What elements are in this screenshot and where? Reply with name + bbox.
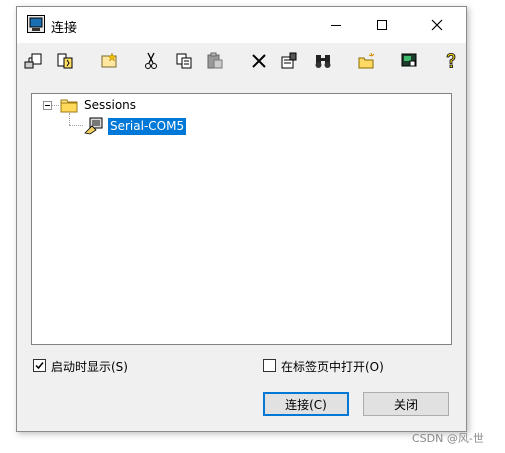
delete-tool-button[interactable] <box>249 51 269 71</box>
tree-node-serial-com5[interactable]: Serial-COM5 <box>108 118 187 135</box>
connect-tool-button[interactable] <box>23 51 43 71</box>
connect-icon <box>24 53 42 69</box>
open-in-tab-checkbox[interactable] <box>263 359 276 372</box>
copy-icon <box>176 53 192 69</box>
close-window-button[interactable] <box>414 7 460 43</box>
copy-tool-button[interactable] <box>174 51 194 71</box>
minimize-icon <box>331 25 341 26</box>
quick-connect-tool-button[interactable] <box>55 51 75 71</box>
tree-connector <box>69 125 83 126</box>
open-in-tab-label[interactable]: 在标签页中打开(O) <box>281 358 384 375</box>
new-session-tool-button[interactable] <box>99 51 119 71</box>
properties-icon <box>281 52 297 69</box>
minimize-button[interactable] <box>313 7 359 43</box>
tree-node-sessions[interactable]: Sessions <box>84 98 136 112</box>
app-icon <box>27 15 45 33</box>
delete-icon <box>252 54 266 68</box>
help-icon <box>446 53 456 68</box>
properties-tool-button[interactable] <box>279 51 299 71</box>
show-on-startup-label[interactable]: 启动时显示(S) <box>51 358 128 375</box>
find-tool-button[interactable] <box>313 51 333 71</box>
session-tree[interactable]: Sessions Serial-COM5 <box>31 93 452 345</box>
folder-icon <box>60 99 78 113</box>
desktop-shortcut-tool-button[interactable] <box>399 51 419 71</box>
quick-connect-icon <box>57 53 73 69</box>
paste-tool-button[interactable] <box>205 51 225 71</box>
tree-connector <box>69 113 70 125</box>
cut-tool-button[interactable] <box>141 51 161 71</box>
maximize-icon <box>377 20 387 30</box>
maximize-button[interactable] <box>359 7 405 43</box>
toolbar <box>17 43 466 79</box>
new-folder-tool-button[interactable] <box>357 51 377 71</box>
connect-button[interactable]: 连接(C) <box>263 392 349 416</box>
desktop-shortcut-icon <box>401 53 417 67</box>
tree-connector <box>52 105 59 106</box>
cut-icon <box>145 52 157 69</box>
help-tool-button[interactable] <box>441 51 461 71</box>
find-icon <box>315 55 331 68</box>
title-bar: 连接 <box>17 7 466 43</box>
close-icon <box>431 19 443 31</box>
new-session-icon <box>101 52 117 68</box>
paste-icon <box>207 52 223 69</box>
close-button[interactable]: 关闭 <box>363 392 449 416</box>
show-on-startup-checkbox[interactable] <box>33 359 46 372</box>
checkmark-icon <box>35 362 44 370</box>
serial-session-icon <box>84 117 103 135</box>
collapse-toggle[interactable] <box>43 101 52 110</box>
watermark: CSDN @风-世 <box>412 432 484 445</box>
window-title: 连接 <box>51 21 78 36</box>
new-folder-icon <box>358 52 375 69</box>
connect-dialog: 连接 Sessions Serial-COM5 启动时显示(S) 在标签页中打开… <box>16 6 467 432</box>
